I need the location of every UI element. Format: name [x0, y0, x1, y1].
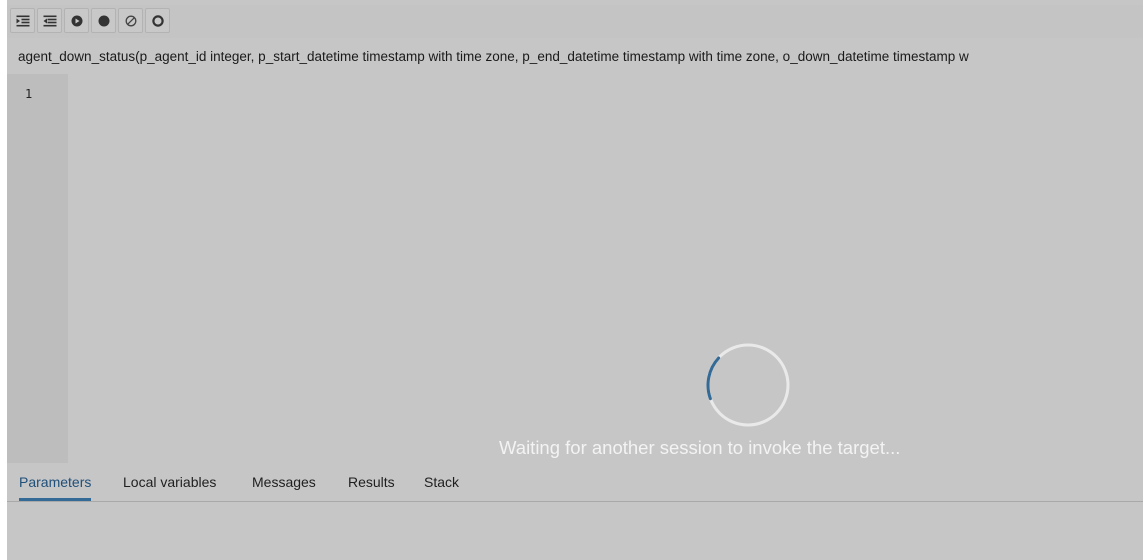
function-signature: agent_down_status(p_agent_id integer, p_…: [18, 49, 969, 64]
step-over-icon: [43, 15, 56, 26]
continue-icon: [71, 15, 82, 26]
toggle-breakpoint-button[interactable]: [91, 8, 116, 33]
stop-icon: [151, 14, 164, 27]
waiting-message: Waiting for another session to invoke th…: [499, 437, 901, 458]
step-into-button[interactable]: [10, 8, 35, 33]
tab-results[interactable]: Results: [348, 474, 395, 498]
tab-stack[interactable]: Stack: [424, 474, 459, 498]
window-left-edge: [0, 0, 7, 560]
step-over-button[interactable]: [37, 8, 62, 33]
stop-button[interactable]: [145, 8, 170, 33]
bottom-tab-bar: Parameters Local variables Messages Resu…: [7, 463, 1143, 502]
tab-content-panel: [7, 502, 1143, 560]
tab-parameters[interactable]: Parameters: [19, 474, 92, 501]
line-number: 1: [25, 87, 33, 101]
breakpoint-dot-icon: [98, 15, 109, 26]
step-into-icon: [16, 15, 29, 26]
tab-local-variables[interactable]: Local variables: [123, 474, 216, 498]
loading-spinner-icon: [706, 343, 790, 427]
clear-breakpoints-button[interactable]: [118, 8, 143, 33]
code-editor: 1: [7, 74, 1143, 463]
function-signature-bar: agent_down_status(p_agent_id integer, p_…: [7, 38, 1143, 74]
clear-icon: [125, 15, 136, 26]
tab-messages[interactable]: Messages: [252, 474, 316, 498]
code-area[interactable]: [68, 74, 1143, 463]
continue-button[interactable]: [64, 8, 89, 33]
debugger-toolbar: [7, 5, 1143, 38]
line-number-gutter: 1: [7, 74, 68, 463]
